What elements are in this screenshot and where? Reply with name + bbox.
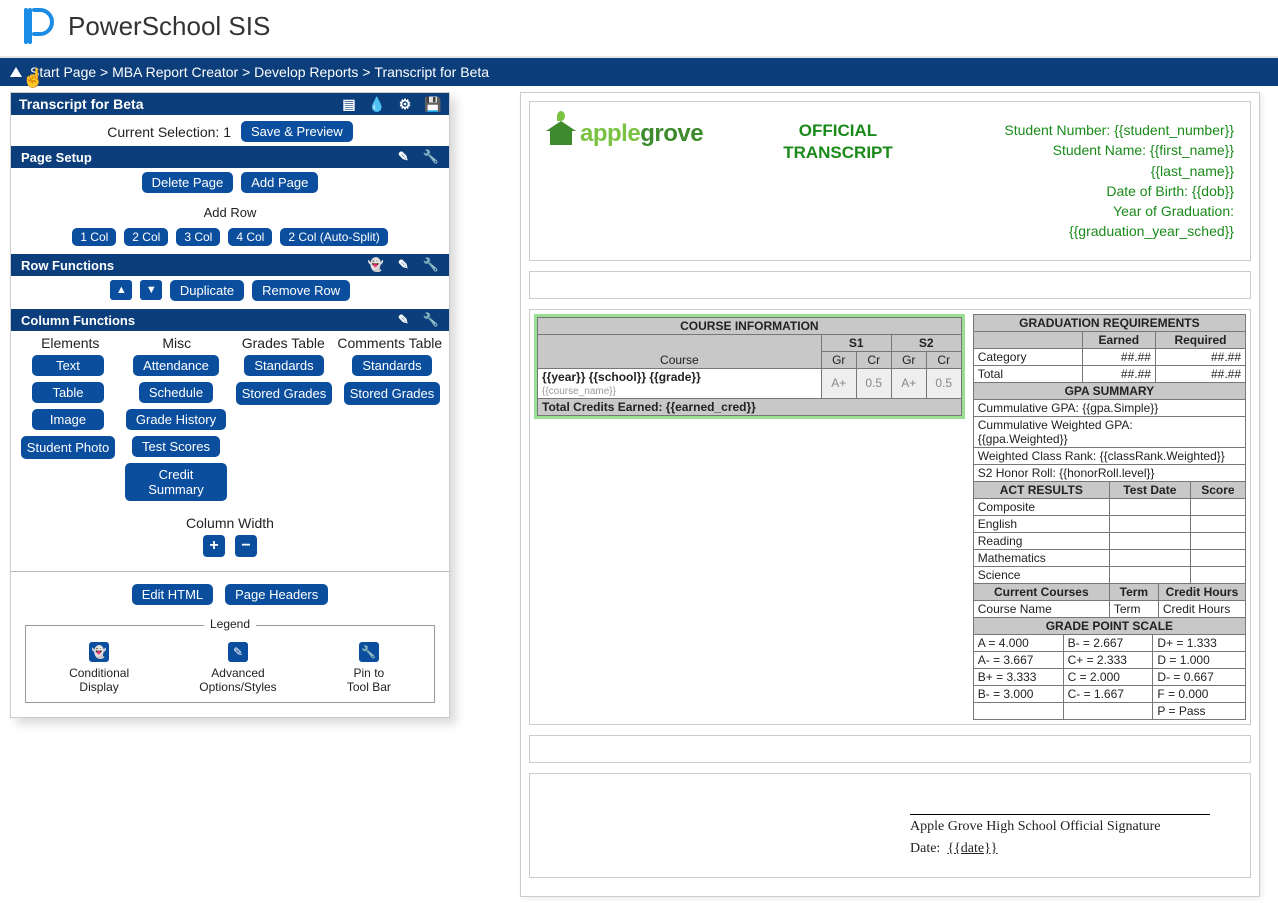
legend-advanced: ✎ Advanced Options/Styles xyxy=(199,642,276,694)
editor-title-bar: Transcript for Beta ▤ 💧 ⚙ 💾 xyxy=(11,93,449,115)
breadcrumb-develop-reports[interactable]: Develop Reports xyxy=(254,64,358,80)
course-info-table: COURSE INFORMATION Course S1 S2 Gr Cr Gr… xyxy=(534,314,965,419)
school-logo: applegrove xyxy=(546,120,756,242)
signature-section: Apple Grove High School Official Signatu… xyxy=(529,773,1251,878)
wrench-icon-2[interactable]: 🔧 xyxy=(423,257,439,273)
editor-title: Transcript for Beta xyxy=(19,96,341,112)
grades-stored-button[interactable]: Stored Grades xyxy=(236,382,333,405)
move-down-button[interactable]: ▼ xyxy=(140,280,162,300)
element-text-button[interactable]: Text xyxy=(32,355,104,376)
pencil-legend-icon: ✎ xyxy=(228,642,248,662)
pencil-icon-3[interactable]: ✎ xyxy=(398,312,409,328)
preview-spacer-2 xyxy=(529,735,1251,763)
col-4-button[interactable]: 4 Col xyxy=(228,228,272,246)
grade-point-scale-table: GRADE POINT SCALE A = 4.000 B- = 2.667 D… xyxy=(973,617,1246,720)
student-meta: Student Number: {{student_number}} Stude… xyxy=(920,120,1234,242)
width-plus-button[interactable]: + xyxy=(203,535,225,557)
preview-tables-section: COURSE INFORMATION Course S1 S2 Gr Cr Gr… xyxy=(529,309,1251,725)
grades-standards-button[interactable]: Standards xyxy=(244,355,323,376)
legend-conditional: 👻 Conditional Display xyxy=(69,642,129,694)
breadcrumb-bar: Start Page > MBA Report Creator > Develo… xyxy=(0,58,1278,86)
misc-schedule-button[interactable]: Schedule xyxy=(139,382,213,403)
gear-icon[interactable]: ⚙ xyxy=(397,96,413,112)
page-setup-bar: Page Setup ✎ 🔧 xyxy=(11,146,449,168)
app-logo-icon xyxy=(20,8,56,44)
save-icon[interactable]: 💾 xyxy=(425,96,441,112)
app-title: PowerSchool SIS xyxy=(68,11,270,42)
pencil-icon[interactable]: ✎ xyxy=(398,149,409,165)
wrench-icon-3[interactable]: 🔧 xyxy=(423,312,439,328)
breadcrumb-report-creator[interactable]: MBA Report Creator xyxy=(112,64,238,80)
preview-spacer-1 xyxy=(529,271,1251,299)
current-selection-label: Current Selection: 1 xyxy=(107,124,231,140)
breadcrumb-start-page[interactable]: Start Page xyxy=(30,64,96,80)
ink-icon[interactable]: 💧 xyxy=(369,96,385,112)
save-preview-button[interactable]: Save & Preview xyxy=(241,121,353,142)
breadcrumb-collapse-icon[interactable] xyxy=(10,67,22,77)
preview-header-section: applegrove OFFICIAL TRANSCRIPT Student N… xyxy=(529,101,1251,261)
edit-html-button[interactable]: Edit HTML xyxy=(132,584,213,605)
col-3-button[interactable]: 3 Col xyxy=(176,228,220,246)
legend-pin: 🔧 Pin to Tool Bar xyxy=(347,642,391,694)
wrench-icon[interactable]: 🔧 xyxy=(423,149,439,165)
column-width-label: Column Width xyxy=(11,505,449,535)
app-header: PowerSchool SIS xyxy=(0,0,1278,58)
col-header-elements: Elements xyxy=(17,335,124,351)
page-setup-label: Page Setup xyxy=(21,150,92,165)
width-minus-button[interactable]: − xyxy=(235,535,257,557)
preview-panel: applegrove OFFICIAL TRANSCRIPT Student N… xyxy=(520,92,1260,897)
current-courses-table: Current Courses Term Credit Hours Course… xyxy=(973,583,1246,618)
col-1-button[interactable]: 1 Col xyxy=(72,228,116,246)
misc-grade-history-button[interactable]: Grade History xyxy=(126,409,226,430)
grad-requirements-table: GRADUATION REQUIREMENTS Earned Required … xyxy=(973,314,1246,383)
element-table-button[interactable]: Table xyxy=(32,382,104,403)
transcript-title: OFFICIAL TRANSCRIPT xyxy=(768,120,908,242)
row-functions-bar: Row Functions 👻 ✎ 🔧 xyxy=(11,254,449,276)
col-header-misc: Misc xyxy=(124,335,231,351)
document-icon[interactable]: ▤ xyxy=(341,96,357,112)
duplicate-button[interactable]: Duplicate xyxy=(170,280,244,301)
misc-attendance-button[interactable]: Attendance xyxy=(133,355,219,376)
editor-panel: Transcript for Beta ▤ 💧 ⚙ 💾 Current Sele… xyxy=(10,92,450,718)
house-icon xyxy=(546,121,576,147)
misc-credit-summary-button[interactable]: Credit Summary xyxy=(125,463,227,501)
conditional-icon[interactable]: 👻 xyxy=(368,257,384,273)
element-image-button[interactable]: Image xyxy=(32,409,104,430)
right-tables-column: GRADUATION REQUIREMENTS Earned Required … xyxy=(973,314,1246,720)
breadcrumb-current[interactable]: Transcript for Beta xyxy=(374,64,489,80)
col-header-comments: Comments Table xyxy=(337,335,444,351)
comments-standards-button[interactable]: Standards xyxy=(352,355,431,376)
gpa-summary-table: GPA SUMMARY Cummulative GPA: {{gpa.Simpl… xyxy=(973,382,1246,482)
pencil-icon-2[interactable]: ✎ xyxy=(398,257,409,273)
page-headers-button[interactable]: Page Headers xyxy=(225,584,328,605)
wrench-legend-icon: 🔧 xyxy=(359,642,379,662)
misc-test-scores-button[interactable]: Test Scores xyxy=(132,436,220,457)
act-results-table: ACT RESULTS Test Date Score Composite En… xyxy=(973,481,1246,584)
col-2-button[interactable]: 2 Col xyxy=(124,228,168,246)
delete-page-button[interactable]: Delete Page xyxy=(142,172,234,193)
row-functions-label: Row Functions xyxy=(21,258,114,273)
column-functions-bar: Column Functions ✎ 🔧 xyxy=(11,309,449,331)
add-row-label: Add Row xyxy=(11,201,449,224)
add-page-button[interactable]: Add Page xyxy=(241,172,318,193)
column-functions-label: Column Functions xyxy=(21,313,135,328)
col-auto-button[interactable]: 2 Col (Auto-Split) xyxy=(280,228,387,246)
legend-title: Legend xyxy=(204,617,256,631)
col-header-grades: Grades Table xyxy=(230,335,337,351)
legend-box: Legend 👻 Conditional Display ✎ Advanced … xyxy=(25,625,435,703)
signature-date: Date: {{date}} xyxy=(910,841,1210,857)
ghost-icon: 👻 xyxy=(89,642,109,662)
signature-school: Apple Grove High School Official Signatu… xyxy=(910,819,1210,835)
remove-row-button[interactable]: Remove Row xyxy=(252,280,350,301)
comments-stored-button[interactable]: Stored Grades xyxy=(344,382,441,405)
move-up-button[interactable]: ▲ xyxy=(110,280,132,300)
element-student-photo-button[interactable]: Student Photo xyxy=(21,436,115,459)
